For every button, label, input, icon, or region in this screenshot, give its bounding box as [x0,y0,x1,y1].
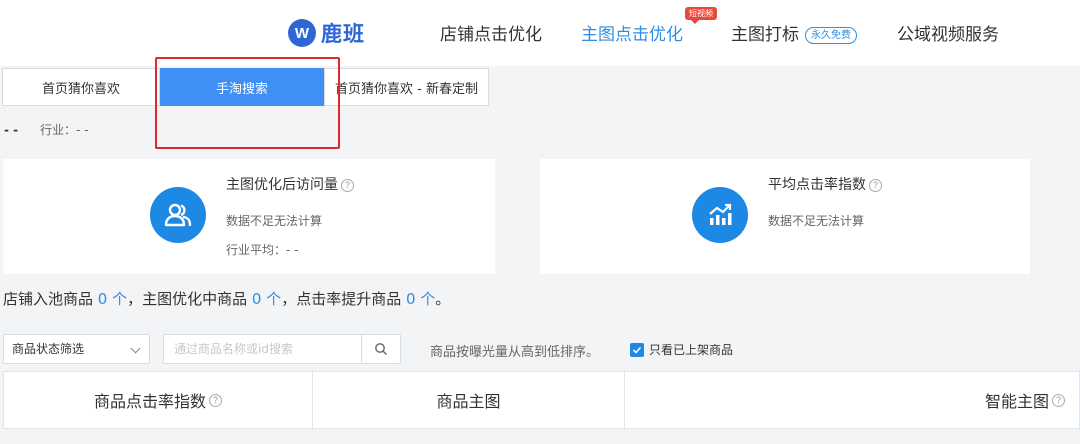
search-icon [375,343,387,355]
filter-row: 商品状态筛选 商品按曝光量从高到低排序。 只看已上架商品 [0,334,1080,364]
only-listed-label: 只看已上架商品 [649,343,734,357]
red-highlight-box [155,57,340,149]
industry-label: 行业：- - [40,123,89,137]
ctr-title: 平均点击率指数? [768,174,882,194]
help-icon[interactable]: ? [209,393,222,407]
column-header-main-image: 商品主图 [313,372,625,428]
only-listed-checkbox[interactable]: 只看已上架商品 [630,341,733,358]
ctr-status: 数据不足无法计算 [768,214,865,228]
help-icon[interactable]: ? [341,179,354,192]
logo-text: 鹿班 [321,22,365,46]
summary-text: ，点击率提升商品 [281,290,406,308]
free-tag: 永久免费 [805,27,857,44]
status-filter-select[interactable]: 商品状态筛选 [3,334,150,364]
nav-item-main-image-tag[interactable]: 主图打标 永久免费 [731,20,857,45]
nav-item-shop-click[interactable]: 店铺点击优化 [440,20,542,45]
help-icon[interactable]: ? [1052,393,1065,407]
tab-home-guess-spring[interactable]: 首页猜你喜欢 - 新春定制 [324,68,489,106]
industry-info: - - 行业：- - [4,121,89,138]
visits-status: 数据不足无法计算 [226,214,323,228]
checkmark-icon[interactable] [630,342,644,357]
summary-line: 店铺入池商品 0 个，主图优化中商品 0 个，点击率提升商品 0 个。 [3,288,450,309]
column-header-text: 智能主图 [984,392,1049,411]
column-header-smart-image[interactable]: 智能主图? [625,372,1079,428]
logo-mark-icon: W [288,19,316,47]
nav-badge-video: 短视频 [685,7,717,24]
visits-industry-avg: 行业平均：- - [226,243,299,257]
summary-text: 。 [435,290,451,308]
trend-chart-icon [692,187,748,243]
search-input[interactable] [163,334,362,364]
nav-item-public-video[interactable]: 公域视频服务 [897,20,999,45]
improved-count: 0 个 [405,290,436,308]
status-filter-value: 商品状态筛选 [12,342,85,356]
search-button[interactable] [361,334,401,364]
optimizing-count: 0 个 [251,290,282,308]
visits-title-text: 主图优化后访问量 [226,177,338,193]
column-header-text: 商品点击率指数 [93,392,206,411]
chevron-down-icon [130,343,141,354]
sort-note: 商品按曝光量从高到低排序。 [430,345,600,360]
pool-count: 0 个 [97,290,128,308]
visits-title: 主图优化后访问量? [226,174,354,194]
column-header-ctr[interactable]: 商品点击率指数? [4,372,313,428]
column-header-text: 商品主图 [436,392,501,411]
table-header: 商品点击率指数? 商品主图 智能主图? [3,371,1080,429]
ctr-title-text: 平均点击率指数 [768,177,866,193]
summary-text: ，主图优化中商品 [127,290,252,308]
logo[interactable]: W 鹿班 [288,18,365,48]
help-icon[interactable]: ? [869,179,882,192]
nav-item-label: 主图打标 [731,25,799,45]
ctr-card: 平均点击率指数? 数据不足无法计算 [540,159,1030,274]
industry-dash: - - [4,123,19,137]
visits-card: 主图优化后访问量? 数据不足无法计算 行业平均：- - [3,159,495,274]
tab-home-guess[interactable]: 首页猜你喜欢 [2,68,160,106]
nav-item-main-image-click[interactable]: 主图点击优化 [581,20,683,45]
summary-text: 店铺入池商品 [3,290,98,308]
users-icon [150,187,206,243]
